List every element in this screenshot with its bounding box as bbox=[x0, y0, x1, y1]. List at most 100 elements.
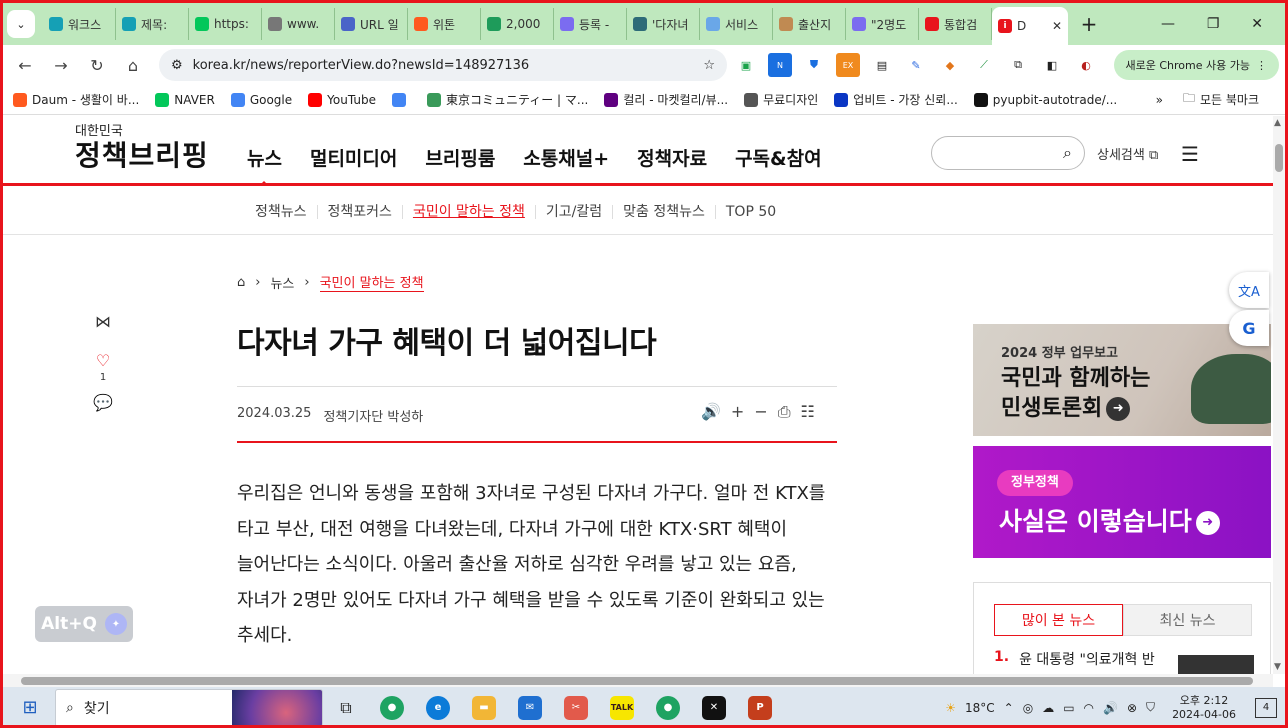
edit-icon[interactable]: ✎ bbox=[904, 53, 928, 77]
assistant-icon[interactable]: G bbox=[1229, 310, 1269, 346]
subnav-item[interactable]: 국민이 말하는 정책 bbox=[403, 204, 536, 219]
comment-icon[interactable]: 💬 bbox=[93, 393, 113, 412]
browser-tab[interactable]: 서비스 bbox=[700, 8, 773, 40]
input-method-icon[interactable]: ⊗ bbox=[1127, 701, 1137, 715]
browser-tab[interactable]: 제목: bbox=[116, 8, 189, 40]
home-button[interactable]: ⌂ bbox=[117, 49, 149, 81]
close-icon[interactable]: ✕ bbox=[1052, 19, 1062, 33]
mail-icon[interactable]: ✉ bbox=[507, 688, 553, 726]
wifi-icon[interactable]: ◠ bbox=[1084, 701, 1094, 715]
subnav-item[interactable]: 맞춤 정책뉴스 bbox=[613, 204, 716, 219]
new-extension-icon[interactable]: N bbox=[768, 53, 792, 77]
profile-icon[interactable]: ◐ bbox=[1074, 53, 1098, 77]
address-bar[interactable]: ⚙ korea.kr/news/reporterView.do?newsId=1… bbox=[159, 49, 727, 81]
fox-icon[interactable]: ◆ bbox=[938, 53, 962, 77]
reload-button[interactable]: ↻ bbox=[81, 49, 113, 81]
browser-tab[interactable]: 등록 - bbox=[554, 8, 627, 40]
subnav-item[interactable]: TOP 50 bbox=[716, 205, 786, 219]
scrollbar-thumb[interactable] bbox=[1275, 144, 1283, 172]
hamburger-menu-icon[interactable]: ☰ bbox=[1181, 142, 1199, 166]
subnav-item[interactable]: 정책뉴스 bbox=[245, 204, 318, 219]
browser-tab[interactable]: "2명도 bbox=[846, 8, 919, 40]
font-decrease-icon[interactable]: − bbox=[754, 402, 767, 422]
home-icon[interactable]: ⌂ bbox=[237, 275, 245, 290]
security-icon[interactable]: ⛉ bbox=[1146, 700, 1155, 715]
browser-tab[interactable]: 출산지 bbox=[773, 8, 846, 40]
horizontal-scrollbar[interactable] bbox=[3, 674, 1273, 687]
browser-tab[interactable]: 통합검 bbox=[919, 8, 992, 40]
browser-tab[interactable]: 위톤 bbox=[408, 8, 481, 40]
banner-policy-report[interactable]: 2024 정부 업무보고 국민과 함께하는 민생토론회 ➜ bbox=[973, 324, 1271, 436]
gnb-item[interactable]: 소통채널+ bbox=[523, 144, 609, 171]
print-icon[interactable]: ⎙ bbox=[778, 402, 791, 422]
news-list-item[interactable]: 1. 윤 대통령 "의료개혁 반 bbox=[994, 649, 1155, 669]
bookmark-item[interactable]: 컬리 - 마켓컬리/뷰... bbox=[604, 91, 728, 108]
windows-start-icon[interactable]: ⊞ bbox=[13, 697, 47, 718]
gnb-item[interactable]: 브리핑룸 bbox=[425, 144, 495, 171]
news-thumbnail[interactable] bbox=[1178, 655, 1254, 674]
tab-popular-news[interactable]: 많이 본 뉴스 bbox=[994, 604, 1123, 636]
clock[interactable]: 오후 2:12 2024-04-06 bbox=[1172, 694, 1236, 722]
site-logo[interactable]: 정책브리핑 bbox=[75, 134, 209, 174]
pen-icon[interactable]: ⟋ bbox=[972, 53, 996, 77]
altq-assistant-button[interactable]: Alt+Q ✦ bbox=[35, 606, 133, 642]
chrome-profile-icon[interactable]: ● bbox=[645, 688, 691, 726]
breadcrumb-current[interactable]: 국민이 말하는 정책 bbox=[319, 272, 424, 292]
capcut-icon[interactable]: ✕ bbox=[691, 688, 737, 726]
shield-icon[interactable]: ⛊ bbox=[802, 53, 826, 77]
ex-icon[interactable]: EX bbox=[836, 53, 860, 77]
browser-tab[interactable]: 2,000 bbox=[481, 8, 554, 40]
tab-search-button[interactable]: ⌄ bbox=[7, 10, 35, 38]
bookmark-star-icon[interactable]: ☆ bbox=[703, 58, 715, 73]
snipping-tool-icon[interactable]: ✂ bbox=[553, 688, 599, 726]
browser-tab[interactable]: 워크스 bbox=[43, 8, 116, 40]
weather-icon[interactable]: ☀ bbox=[945, 701, 956, 715]
font-increase-icon[interactable]: + bbox=[731, 402, 744, 422]
task-view-icon[interactable]: ⧉ bbox=[323, 688, 369, 726]
heart-icon[interactable]: ♡ bbox=[96, 351, 110, 370]
bookmark-item[interactable]: 무료디자인 bbox=[744, 91, 818, 108]
chrome-update-button[interactable]: 새로운 Chrome 사용 가능 ⋮ bbox=[1113, 50, 1279, 80]
speaker-icon[interactable]: 🔊 bbox=[701, 402, 721, 422]
translate-icon[interactable]: 文A bbox=[1229, 272, 1269, 308]
maximize-button[interactable]: ❐ bbox=[1207, 16, 1220, 32]
subnav-item[interactable]: 기고/칼럼 bbox=[536, 204, 614, 219]
edge-icon[interactable]: e bbox=[415, 688, 461, 726]
breadcrumb-item[interactable]: 뉴스 bbox=[270, 273, 294, 292]
subnav-item[interactable]: 정책포커스 bbox=[318, 204, 403, 219]
puzzle-icon[interactable]: ⧉ bbox=[1006, 53, 1030, 77]
more-bookmarks-icon[interactable]: » bbox=[1156, 93, 1163, 107]
gnb-item[interactable]: 구독&참여 bbox=[735, 144, 822, 171]
forward-button[interactable]: → bbox=[45, 49, 77, 81]
chevron-up-icon[interactable]: ⌃ bbox=[1004, 701, 1014, 715]
side-panel-icon[interactable]: ◧ bbox=[1040, 53, 1064, 77]
battery-icon[interactable]: ▭ bbox=[1063, 701, 1074, 715]
weather-temp[interactable]: 18°C bbox=[965, 701, 995, 715]
list-icon[interactable]: ☷ bbox=[801, 402, 815, 422]
bookmark-item[interactable]: 東京コミュニティー | マ... bbox=[426, 91, 588, 108]
banner-fact-check[interactable]: 정부정책 사실은 이렇습니다 ➜ bbox=[973, 446, 1271, 558]
bookmark-item[interactable]: NAVER bbox=[155, 91, 215, 108]
gnb-item[interactable]: 뉴스 bbox=[247, 144, 282, 186]
kakaotalk-icon[interactable]: TALK bbox=[599, 688, 645, 726]
volume-icon[interactable]: 🔊 bbox=[1103, 701, 1118, 715]
vertical-scrollbar[interactable]: ▲ ▼ bbox=[1273, 116, 1285, 674]
notification-icon[interactable]: 4 bbox=[1255, 697, 1277, 718]
reader-icon[interactable]: ▤ bbox=[870, 53, 894, 77]
tab-latest-news[interactable]: 최신 뉴스 bbox=[1123, 604, 1252, 636]
url-text[interactable]: korea.kr/news/reporterView.do?newsId=148… bbox=[193, 58, 694, 73]
bookmark-item[interactable]: Google bbox=[230, 91, 292, 108]
bookmark-item[interactable] bbox=[391, 91, 411, 108]
all-bookmarks-folder[interactable]: 🗀 모든 북마크 bbox=[1183, 89, 1259, 110]
cloud-icon[interactable]: ☁ bbox=[1042, 701, 1054, 715]
browser-tab[interactable]: https: bbox=[189, 8, 262, 40]
minimize-button[interactable]: — bbox=[1161, 16, 1175, 32]
extension-icon[interactable]: ▣ bbox=[734, 53, 758, 77]
site-search-input[interactable]: ⌕ bbox=[931, 136, 1085, 170]
new-tab-button[interactable]: + bbox=[1074, 12, 1104, 36]
browser-tab[interactable]: '다자녀 bbox=[627, 8, 700, 40]
bookmark-item[interactable]: YouTube bbox=[308, 91, 376, 108]
file-explorer-icon[interactable]: ▬ bbox=[461, 688, 507, 726]
share-icon[interactable]: ⋈ bbox=[95, 312, 111, 331]
advanced-search-link[interactable]: 상세검색 ⧉ bbox=[1097, 144, 1158, 163]
